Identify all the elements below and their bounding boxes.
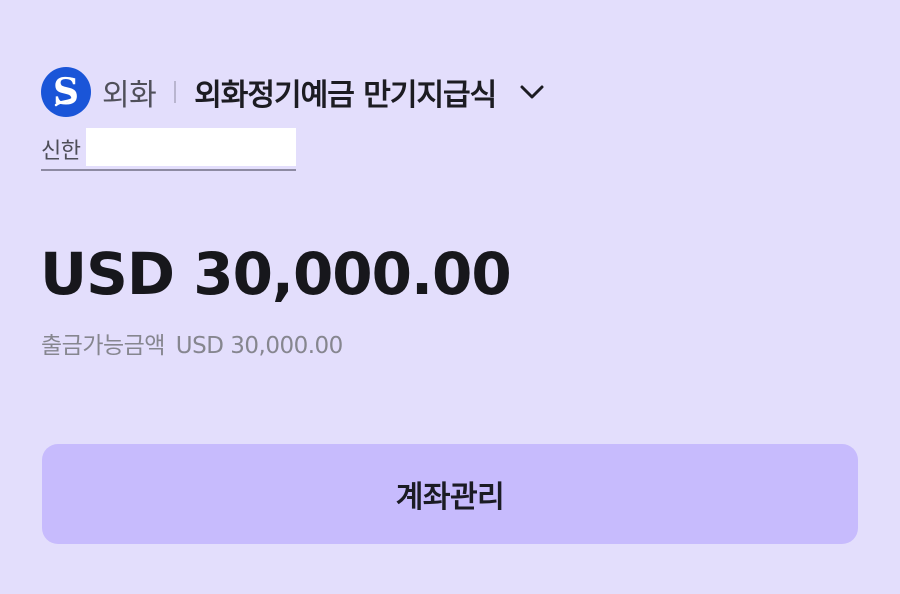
account-number-row: 신한: [41, 128, 297, 171]
account-balance: USD 30,000.00: [40, 240, 512, 308]
account-number-mask: [86, 128, 297, 166]
shinhan-logo-icon: S: [41, 67, 91, 117]
account-management-button[interactable]: 계좌관리: [42, 444, 858, 544]
chevron-down-icon[interactable]: [518, 78, 546, 106]
available-balance-label: 출금가능금액: [41, 333, 165, 359]
product-name[interactable]: 외화정기예금 만기지급식: [194, 70, 497, 114]
available-balance-amount: USD 30,000.00: [175, 333, 344, 359]
account-category: 외화: [102, 78, 157, 113]
bank-name: 신한: [41, 139, 81, 164]
account-header: S 외화 외화정기예금 만기지급식: [41, 67, 546, 117]
available-balance: 출금가능금액 USD 30,000.00: [41, 326, 343, 360]
header-divider: [174, 81, 177, 103]
svg-text:S: S: [53, 71, 79, 113]
account-number-link[interactable]: 신한: [41, 128, 297, 171]
